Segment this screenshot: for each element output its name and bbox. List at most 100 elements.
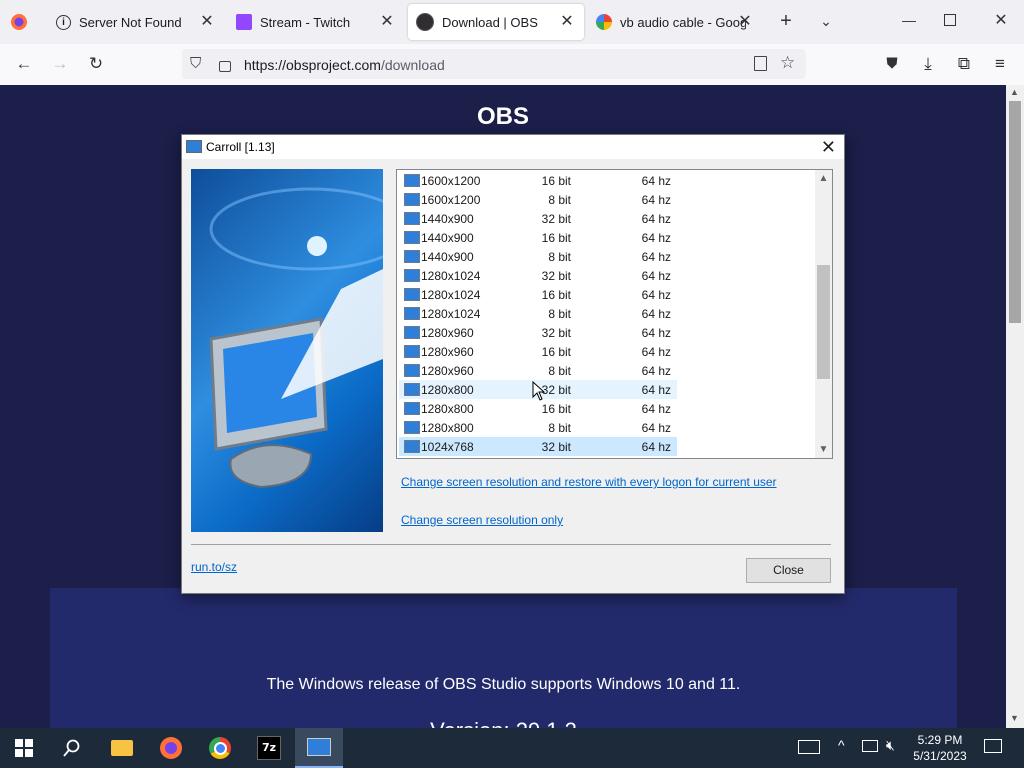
reload-icon[interactable]: ↻: [84, 52, 108, 76]
footer-link[interactable]: run.to/sz: [191, 560, 237, 574]
separator: [191, 544, 831, 545]
resolution-value: 1440x900: [421, 250, 474, 264]
resolution-value: 1280x1024: [421, 288, 481, 302]
monitor-icon: [404, 364, 420, 377]
show-hidden-icons-chevron-icon[interactable]: ^: [838, 737, 845, 753]
firefox-icon[interactable]: [147, 728, 195, 768]
resolution-list[interactable]: 1600x1200 16 bit 64 hz 1600x1200 8 bit 64 hz 1…: [396, 169, 833, 459]
dialog-close-icon[interactable]: ✕: [821, 137, 836, 158]
forward-arrow-icon[interactable]: →: [48, 52, 72, 76]
list-scroll-down-icon[interactable]: ▼: [815, 441, 832, 458]
color-depth-value: 8 bit: [548, 193, 571, 207]
refresh-rate-value: 64 hz: [641, 345, 671, 359]
resolution-row[interactable]: 1280x960 32 bit 64 hz: [399, 323, 677, 342]
resolution-row[interactable]: 1440x900 8 bit 64 hz: [399, 247, 677, 266]
scroll-down-arrow-icon[interactable]: ▼: [1010, 713, 1019, 723]
resolution-row[interactable]: 1600x1200 8 bit 64 hz: [399, 190, 677, 209]
pocket-icon[interactable]: ⛊: [880, 52, 904, 76]
color-depth-value: 32 bit: [541, 269, 571, 283]
notification-center-icon[interactable]: [984, 739, 1002, 753]
scroll-up-arrow-icon[interactable]: ▲: [1010, 87, 1019, 97]
system-clock[interactable]: 5:29 PM 5/31/2023: [908, 732, 972, 764]
downloads-icon[interactable]: ⤓: [916, 52, 940, 76]
search-icon[interactable]: [48, 728, 96, 768]
resolution-row[interactable]: 1280x1024 8 bit 64 hz: [399, 304, 677, 323]
url-text[interactable]: https://obsproject.com/download: [244, 57, 445, 73]
close-tab-icon[interactable]: ✕: [378, 13, 396, 31]
extensions-icon[interactable]: ⧉: [952, 52, 976, 76]
url-bar[interactable]: ⛉ https://obsproject.com/download ☆: [182, 49, 806, 79]
shield-icon[interactable]: ⛉: [190, 55, 201, 72]
close-button[interactable]: Close: [746, 558, 831, 583]
tab-twitch[interactable]: Stream - Twitch ✕: [228, 4, 404, 40]
resolution-value: 1024x768: [421, 440, 474, 454]
close-window-icon[interactable]: ✕: [990, 10, 1012, 32]
resolution-value: 1600x1200: [421, 174, 481, 188]
tab-obs-download[interactable]: Download | OBS ✕: [408, 4, 584, 40]
refresh-rate-value: 64 hz: [641, 307, 671, 321]
file-explorer-icon[interactable]: [98, 728, 146, 768]
resolution-row[interactable]: 1280x960 16 bit 64 hz: [399, 342, 677, 361]
clock-time: 5:29 PM: [917, 733, 963, 747]
windows-start-icon[interactable]: [0, 728, 48, 768]
color-depth-value: 8 bit: [548, 421, 571, 435]
resolution-value: 1280x800: [421, 402, 474, 416]
monitor-icon: [404, 250, 420, 263]
resolution-value: 1280x1024: [421, 269, 481, 283]
volume-muted-icon[interactable]: 🔇︎: [886, 737, 895, 754]
browser-nav-bar: ← → ↻ ⛉ https://obsproject.com/download …: [0, 44, 1024, 86]
close-tab-icon[interactable]: ✕: [558, 13, 576, 31]
new-tab-icon[interactable]: +: [775, 10, 797, 32]
resolution-value: 1280x1024: [421, 307, 481, 321]
carroll-dialog: Carroll [1.13] ✕ 1600x1200 16 bit 64 hz 160…: [181, 134, 845, 594]
list-tabs-chevron-icon[interactable]: ⌄: [815, 10, 837, 32]
url-path: /download: [380, 57, 445, 73]
close-tab-icon[interactable]: ✕: [198, 13, 216, 31]
network-icon[interactable]: [862, 740, 878, 752]
twitch-icon: [236, 14, 252, 30]
browser-tab-bar: i Server Not Found ✕ Stream - Twitch ✕ D…: [0, 0, 1024, 44]
firefox-menu-icon[interactable]: [10, 13, 28, 31]
list-scroll-thumb[interactable]: [817, 265, 830, 379]
resolution-row[interactable]: 1280x960 8 bit 64 hz: [399, 361, 677, 380]
restore-window-icon[interactable]: [944, 14, 956, 26]
refresh-rate-value: 64 hz: [641, 174, 671, 188]
tab-server-not-found[interactable]: i Server Not Found ✕: [46, 4, 224, 40]
hamburger-menu-icon[interactable]: ≡: [988, 52, 1012, 76]
list-scrollbar[interactable]: ▲ ▼: [815, 170, 832, 458]
chrome-icon[interactable]: [196, 728, 244, 768]
resolution-row[interactable]: 1440x900 16 bit 64 hz: [399, 228, 677, 247]
bookmark-star-icon[interactable]: ☆: [780, 53, 795, 73]
monitor-icon: [404, 288, 420, 301]
resolution-value: 1280x800: [421, 421, 474, 435]
taskbar-keyboard-icon[interactable]: [798, 740, 820, 754]
page-scrollbar[interactable]: ▲ ▼: [1006, 85, 1024, 728]
windows-support-text: The Windows release of OBS Studio suppor…: [266, 676, 741, 693]
back-arrow-icon[interactable]: ←: [12, 52, 36, 76]
color-depth-value: 16 bit: [541, 345, 571, 359]
resolution-row[interactable]: 1280x1024 32 bit 64 hz: [399, 266, 677, 285]
obs-icon: [416, 13, 434, 31]
color-depth-value: 32 bit: [541, 212, 571, 226]
reader-view-icon[interactable]: [754, 56, 767, 71]
close-tab-icon[interactable]: ✕: [736, 13, 754, 31]
resolution-value: 1280x960: [421, 345, 474, 359]
resolution-row[interactable]: 1024x768 32 bit 64 hz: [399, 437, 677, 456]
monitor-icon: [404, 421, 420, 434]
resolution-row[interactable]: 1280x1024 16 bit 64 hz: [399, 285, 677, 304]
dialog-title: Carroll [1.13]: [206, 140, 275, 154]
resolution-row[interactable]: 1600x1200 16 bit 64 hz: [399, 171, 677, 190]
change-and-restore-link[interactable]: Change screen resolution and restore wit…: [401, 475, 777, 489]
resolution-row[interactable]: 1440x900 32 bit 64 hz: [399, 209, 677, 228]
tab-google-search[interactable]: vb audio cable - Googl ✕: [588, 4, 762, 40]
change-only-link[interactable]: Change screen resolution only: [401, 513, 563, 527]
resolution-row[interactable]: 1280x800 8 bit 64 hz: [399, 418, 677, 437]
dialog-titlebar[interactable]: Carroll [1.13] ✕: [182, 135, 844, 159]
7zip-icon[interactable]: 7z: [245, 728, 293, 768]
minimize-window-icon[interactable]: —: [898, 12, 920, 32]
page-scroll-thumb[interactable]: [1009, 101, 1021, 323]
monitor-icon: [404, 193, 420, 206]
list-scroll-up-icon[interactable]: ▲: [815, 170, 832, 187]
carroll-taskbar-icon[interactable]: [295, 728, 343, 768]
lock-icon[interactable]: [219, 61, 231, 72]
